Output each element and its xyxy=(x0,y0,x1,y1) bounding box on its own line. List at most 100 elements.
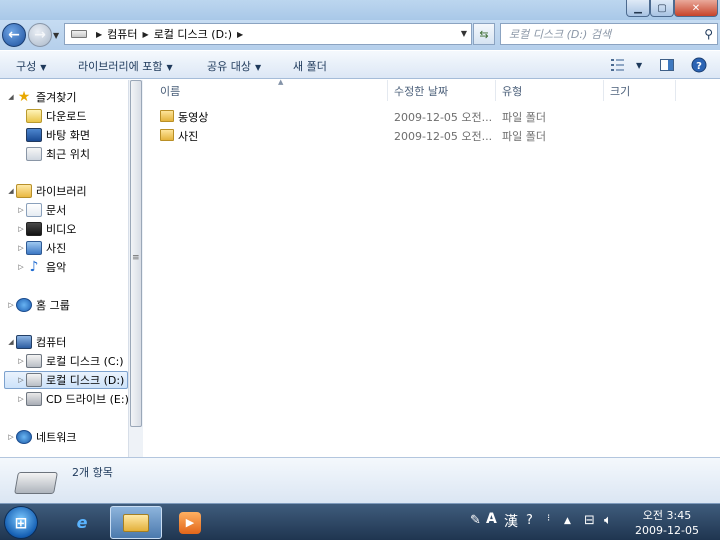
start-button[interactable]: ⊞ xyxy=(4,506,38,539)
organize-menu[interactable]: 구성 ▼ xyxy=(16,58,46,74)
column-header-name[interactable]: 이름 ▲ xyxy=(154,78,388,101)
videos-icon xyxy=(26,222,42,236)
table-row[interactable]: 사진 2009-12-05 오전... 파일 폴더 xyxy=(144,126,564,145)
search-input[interactable]: 로컬 디스크 (D:) 검색 ⚲ xyxy=(500,23,718,45)
collapsed-triangle-icon[interactable]: ▷ xyxy=(6,301,16,309)
collapsed-triangle-icon[interactable]: ▷ xyxy=(16,376,26,384)
file-type: 파일 폴더 xyxy=(502,111,546,124)
drive-icon xyxy=(71,30,87,38)
show-hidden-icons-icon[interactable]: ▲ xyxy=(564,516,571,526)
breadcrumb-chevron-icon[interactable]: ▶ xyxy=(143,30,149,39)
internet-explorer-icon: e xyxy=(76,513,88,532)
column-header-date[interactable]: 수정한 날짜 xyxy=(388,80,496,101)
search-icon[interactable]: ⚲ xyxy=(704,27,713,41)
column-header-size[interactable]: 크기 xyxy=(604,80,676,101)
recent-pages-dropdown[interactable]: ▼ xyxy=(53,31,59,40)
share-menu[interactable]: 공유 대상 ▼ xyxy=(207,58,261,74)
language-bar-icon[interactable]: ✎ xyxy=(470,513,481,528)
taskbar-windows-explorer[interactable] xyxy=(110,506,162,539)
table-row[interactable]: 동영상 2009-12-05 오전... 파일 폴더 xyxy=(144,107,564,126)
nav-drive-d[interactable]: ▷ 로컬 디스크 (D:) xyxy=(4,371,128,389)
file-type: 파일 폴더 xyxy=(502,130,546,143)
forward-button[interactable]: → xyxy=(28,23,52,47)
nav-pictures[interactable]: ▷ 사진 xyxy=(16,239,66,257)
chevron-down-icon: ▼ xyxy=(166,63,173,72)
nav-documents[interactable]: ▷ 문서 xyxy=(16,201,66,219)
network-tray-icon[interactable]: ⊟ xyxy=(584,513,595,528)
expanded-triangle-icon[interactable]: ◢ xyxy=(6,93,16,101)
help-icon[interactable]: ? xyxy=(691,57,707,73)
collapsed-triangle-icon[interactable]: ▷ xyxy=(16,357,26,365)
expanded-triangle-icon[interactable]: ◢ xyxy=(6,187,16,195)
breadcrumb-computer[interactable]: 컴퓨터 xyxy=(107,26,137,42)
nav-scrollbar[interactable]: ≡ xyxy=(128,80,143,457)
item-count: 2개 항목 xyxy=(72,466,113,479)
file-date: 2009-12-05 오전... xyxy=(394,130,493,143)
nav-desktop[interactable]: 바탕 화면 xyxy=(26,126,90,144)
include-library-menu[interactable]: 라이브러리에 포함 ▼ xyxy=(78,58,173,74)
collapsed-triangle-icon[interactable]: ▷ xyxy=(16,244,26,252)
taskbar: ⊞ e ▶ ✎ A 漢 ? ⁝ ▲ ⊟ 🔈︎ 오전 3:45 2009-12-0… xyxy=(0,503,720,540)
breadcrumb-chevron-icon[interactable]: ▶ xyxy=(237,30,243,39)
nav-favorites[interactable]: ◢ ★ 즐겨찾기 xyxy=(6,88,76,106)
volume-icon[interactable]: 🔈︎ xyxy=(604,513,612,528)
command-toolbar: 구성 ▼ 라이브러리에 포함 ▼ 공유 대상 ▼ 새 폴더 ▼ ? xyxy=(0,51,720,79)
file-list: 이름 ▲ 수정한 날짜 유형 크기 동영상 2009-12-05 오전... 파일… xyxy=(144,78,720,457)
collapsed-triangle-icon[interactable]: ▷ xyxy=(16,225,26,233)
computer-icon xyxy=(16,335,32,349)
refresh-button[interactable]: ⇆ xyxy=(473,23,495,45)
back-button[interactable]: ← xyxy=(2,23,26,47)
taskbar-internet-explorer[interactable]: e xyxy=(56,506,108,539)
details-pane: 2개 항목 xyxy=(0,457,720,503)
collapsed-triangle-icon[interactable]: ▷ xyxy=(16,206,26,214)
svg-text:?: ? xyxy=(696,61,702,72)
downloads-folder-icon xyxy=(26,109,42,123)
clock[interactable]: 오전 3:45 2009-12-05 xyxy=(628,508,706,538)
collapsed-triangle-icon[interactable]: ▷ xyxy=(6,433,16,441)
taskbar-media-player[interactable]: ▶ xyxy=(164,506,216,539)
nav-network[interactable]: ▷ 네트워크 xyxy=(6,428,76,446)
minimize-button[interactable]: ▁ xyxy=(626,0,650,17)
arrow-left-icon: ← xyxy=(8,27,20,43)
documents-icon xyxy=(26,203,42,217)
nav-computer[interactable]: ◢ 컴퓨터 xyxy=(6,333,66,351)
media-player-icon: ▶ xyxy=(179,511,201,534)
nav-drive-e[interactable]: ▷ CD 드라이브 (E:) xyxy=(16,390,129,408)
close-button[interactable]: ✕ xyxy=(674,0,718,17)
breadcrumb-drive-d[interactable]: 로컬 디스크 (D:) xyxy=(154,26,232,42)
expanded-triangle-icon[interactable]: ◢ xyxy=(6,338,16,346)
nav-libraries[interactable]: ◢ 라이브러리 xyxy=(6,182,87,200)
homegroup-icon xyxy=(16,298,32,312)
star-icon: ★ xyxy=(17,89,31,105)
clock-date: 2009-12-05 xyxy=(635,524,699,537)
windows-logo-icon: ⊞ xyxy=(14,513,28,532)
view-dropdown-icon[interactable]: ▼ xyxy=(632,58,642,71)
ime-mode-indicator[interactable]: A xyxy=(486,511,497,527)
nav-music[interactable]: ▷ ♪ 음악 xyxy=(16,258,66,276)
nav-recent[interactable]: 최근 위치 xyxy=(26,145,90,163)
ime-options-icon[interactable]: ⁝ xyxy=(547,513,550,524)
ime-hanja-indicator[interactable]: 漢 xyxy=(504,511,518,531)
nav-videos[interactable]: ▷ 비디오 xyxy=(16,220,76,238)
library-icon xyxy=(16,184,32,198)
nav-drive-c[interactable]: ▷ 로컬 디스크 (C:) xyxy=(16,352,124,370)
sort-ascending-icon: ▲ xyxy=(278,78,284,86)
collapsed-triangle-icon[interactable]: ▷ xyxy=(16,263,26,271)
nav-homegroup[interactable]: ▷ 홈 그룹 xyxy=(6,296,70,314)
search-placeholder: 로컬 디스크 (D:) 검색 xyxy=(509,28,612,41)
new-folder-button[interactable]: 새 폴더 xyxy=(293,58,327,74)
collapsed-triangle-icon[interactable]: ▷ xyxy=(16,395,26,403)
address-bar[interactable]: ▶ 컴퓨터 ▶ 로컬 디스크 (D:) ▶ ▼ xyxy=(64,23,472,45)
address-dropdown-icon[interactable]: ▼ xyxy=(461,29,467,38)
file-name: 동영상 xyxy=(178,111,209,124)
folder-icon xyxy=(160,129,174,141)
preview-pane-icon[interactable] xyxy=(659,57,675,73)
cd-drive-icon xyxy=(26,392,42,406)
column-header-type[interactable]: 유형 xyxy=(496,80,604,101)
ime-help-icon[interactable]: ? xyxy=(526,513,533,528)
nav-downloads[interactable]: 다운로드 xyxy=(26,107,86,125)
view-options-icon[interactable] xyxy=(610,57,626,73)
maximize-button[interactable]: ▢ xyxy=(650,0,674,17)
breadcrumb-chevron-icon[interactable]: ▶ xyxy=(96,30,102,39)
title-bar: ▁ ▢ ✕ xyxy=(0,0,720,20)
